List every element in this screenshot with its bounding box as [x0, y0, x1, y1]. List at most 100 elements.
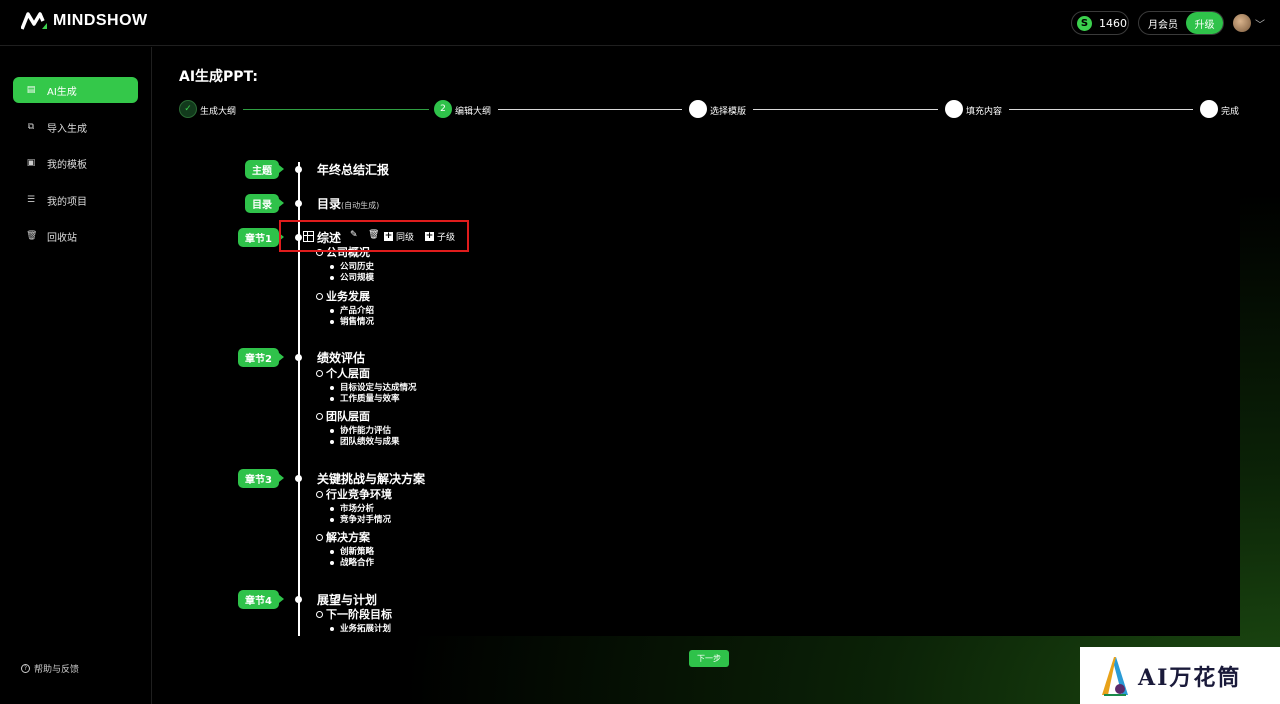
section-ring: [316, 293, 323, 300]
section-title[interactable]: 业务发展: [326, 288, 370, 304]
trash-icon: 🗑: [26, 231, 38, 241]
add-sibling-button[interactable]: + 同级: [384, 230, 414, 243]
chapter-4-tag: 章节4: [238, 590, 284, 609]
item-bullet: [330, 518, 334, 522]
list-icon: ☰: [26, 195, 36, 205]
timeline-dot: [295, 475, 302, 482]
template-icon: ▣: [26, 158, 36, 168]
sidebar-item-ai-generate[interactable]: ▤ AI生成: [13, 77, 138, 103]
outline-item[interactable]: 工作质量与效率: [340, 392, 400, 404]
logo-text: MINDSHOW: [53, 12, 148, 29]
sidebar-item-label: 我的项目: [47, 196, 87, 208]
section-ring: [316, 370, 323, 377]
item-bullet: [330, 276, 334, 280]
step-4-circle: [945, 100, 963, 118]
add-sibling-label: 同级: [396, 233, 415, 243]
membership-label: 月会员: [1148, 19, 1178, 31]
chapter-3-tag: 章节3: [238, 469, 284, 488]
chapter-2-title[interactable]: 绩效评估: [317, 349, 365, 366]
add-child-button[interactable]: + 子级: [425, 230, 455, 243]
section-ring: [316, 413, 323, 420]
item-bullet: [330, 320, 334, 324]
watermark-logo-icon: [1102, 656, 1128, 696]
step-connector: [243, 109, 429, 110]
step-1-label: 生成大纲: [200, 107, 237, 117]
top-bar: MINDSHOW S 1460 月会员 升级 ﹀: [0, 0, 1280, 46]
step-connector: [753, 109, 938, 110]
step-5-label: 完成: [1221, 107, 1240, 117]
step-3-label: 选择模版: [710, 107, 747, 117]
edit-button[interactable]: ✎: [350, 230, 358, 240]
item-bullet: [330, 507, 334, 511]
item-bullet: [330, 309, 334, 313]
item-bullet: [330, 429, 334, 433]
section-title[interactable]: 行业竞争环境: [326, 486, 392, 502]
topic-tag: 主题: [245, 160, 284, 179]
chevron-down-icon[interactable]: ﹀: [1255, 16, 1265, 31]
outline-item[interactable]: 业务拓展计划: [340, 622, 391, 634]
next-step-button[interactable]: 下一步: [689, 650, 729, 667]
credits-badge[interactable]: S 1460: [1071, 11, 1129, 35]
section-ring: [316, 534, 323, 541]
step-2-circle: 2: [434, 100, 452, 118]
toc-note: (自动生成): [341, 201, 380, 210]
sidebar-item-templates[interactable]: ▣ 我的模板: [13, 150, 138, 176]
help-icon: ?: [21, 664, 30, 673]
chapter-2-tag: 章节2: [238, 348, 284, 367]
plus-icon: +: [384, 231, 393, 241]
sidebar: ▤ AI生成 ⧉ 导入生成 ▣ 我的模板 ☰ 我的项目 🗑 回收站: [0, 47, 152, 704]
sidebar-item-import[interactable]: ⧉ 导入生成: [13, 114, 138, 140]
membership-badge: 月会员 升级: [1138, 11, 1224, 35]
timeline-dot: [295, 200, 302, 207]
step-1-circle: ✓: [179, 100, 197, 118]
add-child-label: 子级: [437, 233, 456, 243]
sidebar-item-label: 回收站: [47, 232, 77, 244]
section-title[interactable]: 个人层面: [326, 365, 370, 381]
item-bullet: [330, 397, 334, 401]
outline-item[interactable]: 战略合作: [340, 556, 374, 568]
section-title[interactable]: 解决方案: [326, 529, 370, 545]
topic-title[interactable]: 年终总结汇报: [317, 161, 389, 178]
pencil-icon: ✎: [350, 230, 358, 240]
page-title: AI生成PPT:: [179, 69, 258, 85]
outline-item[interactable]: 销售情况: [340, 315, 374, 327]
import-icon: ⧉: [27, 122, 35, 132]
chapter-1-tag: 章节1: [238, 228, 284, 247]
step-3-circle: [689, 100, 707, 118]
outline-item[interactable]: 竞争对手情况: [340, 513, 391, 525]
mindshow-logo-icon: [21, 12, 47, 30]
chapter-3-title[interactable]: 关键挑战与解决方案: [317, 470, 425, 487]
step-connector: [1009, 109, 1193, 110]
delete-button[interactable]: 🗑: [368, 230, 379, 240]
toc-label: 目录: [317, 197, 342, 211]
watermark: AI万花筒: [1080, 647, 1280, 704]
step-5-circle: [1200, 100, 1218, 118]
timeline-dot: [295, 596, 302, 603]
watermark-text: AI万花筒: [1138, 664, 1242, 691]
logo[interactable]: MINDSHOW: [21, 12, 148, 30]
toc-tag: 目录: [245, 194, 284, 213]
item-bullet: [330, 627, 334, 631]
step-connector: [498, 109, 682, 110]
document-icon: ▤: [26, 85, 36, 95]
section-title[interactable]: 下一阶段目标: [326, 606, 392, 622]
sidebar-item-projects[interactable]: ☰ 我的项目: [13, 187, 138, 213]
help-label: 帮助与反馈: [34, 665, 80, 675]
section-ring: [316, 611, 323, 618]
item-bullet: [330, 440, 334, 444]
avatar[interactable]: [1233, 14, 1251, 32]
section-title[interactable]: 团队层面: [326, 408, 370, 424]
sidebar-item-trash[interactable]: 🗑 回收站: [13, 223, 138, 249]
step-2-label: 编辑大纲: [455, 107, 492, 117]
sidebar-item-label: AI生成: [47, 86, 77, 98]
help-feedback-link[interactable]: ? 帮助与反馈: [21, 662, 79, 675]
trash-icon: 🗑: [368, 230, 380, 240]
outline-item[interactable]: 团队绩效与成果: [340, 435, 400, 447]
sidebar-item-label: 导入生成: [47, 123, 87, 135]
timeline-dot: [295, 354, 302, 361]
item-bullet: [330, 265, 334, 269]
timeline-dot: [295, 166, 302, 173]
upgrade-button[interactable]: 升级: [1186, 12, 1223, 34]
outline-item[interactable]: 公司规模: [340, 271, 374, 283]
section-ring: [316, 491, 323, 498]
